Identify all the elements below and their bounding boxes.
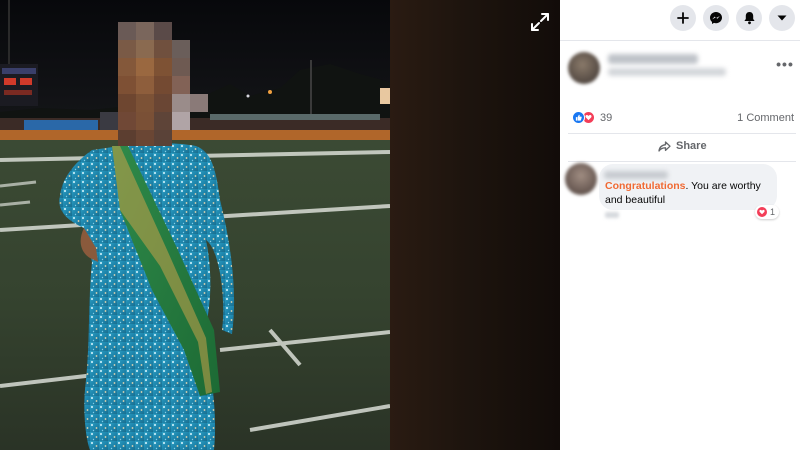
comment-timestamp[interactable] <box>605 212 619 218</box>
post-panel: ••• 39 1 Comment Share Congratulations. … <box>560 0 800 450</box>
create-button[interactable] <box>670 5 696 31</box>
comment-reaction-count: 1 <box>770 207 776 217</box>
commenter-name[interactable] <box>604 171 668 179</box>
divider <box>568 161 796 162</box>
more-options-button[interactable]: ••• <box>774 56 796 74</box>
share-label: Share <box>676 140 707 152</box>
account-menu-button[interactable] <box>769 5 795 31</box>
messenger-icon <box>710 12 722 24</box>
commenter-avatar[interactable] <box>565 163 597 195</box>
like-icon <box>572 111 585 124</box>
more-dots-icon: ••• <box>776 56 794 72</box>
messenger-button[interactable] <box>703 5 729 31</box>
share-arrow-icon <box>658 140 671 152</box>
author-avatar[interactable] <box>568 52 600 84</box>
reaction-count: 39 <box>600 111 613 124</box>
media-viewer <box>0 0 560 450</box>
love-icon <box>757 207 767 217</box>
viewer-backdrop <box>390 0 560 450</box>
bell-icon <box>743 12 755 25</box>
reactions-summary[interactable]: 39 <box>572 111 612 124</box>
photo-illustration <box>0 0 390 450</box>
divider <box>568 133 796 134</box>
plus-icon <box>677 12 689 24</box>
share-button[interactable]: Share <box>658 140 707 152</box>
comment-text: Congratulations. You are worthy and beau… <box>605 180 773 207</box>
divider <box>560 40 800 41</box>
post-photo[interactable] <box>0 0 390 450</box>
expand-arrows-icon[interactable] <box>528 10 552 34</box>
comment-count-link[interactable]: 1 Comment <box>737 112 794 124</box>
author-name[interactable] <box>608 54 698 64</box>
caret-down-icon <box>777 15 787 21</box>
post-meta <box>608 68 726 76</box>
comment-reaction-badge[interactable]: 1 <box>755 205 780 219</box>
notifications-button[interactable] <box>736 5 762 31</box>
comment-highlight: Congratulations <box>605 180 686 192</box>
